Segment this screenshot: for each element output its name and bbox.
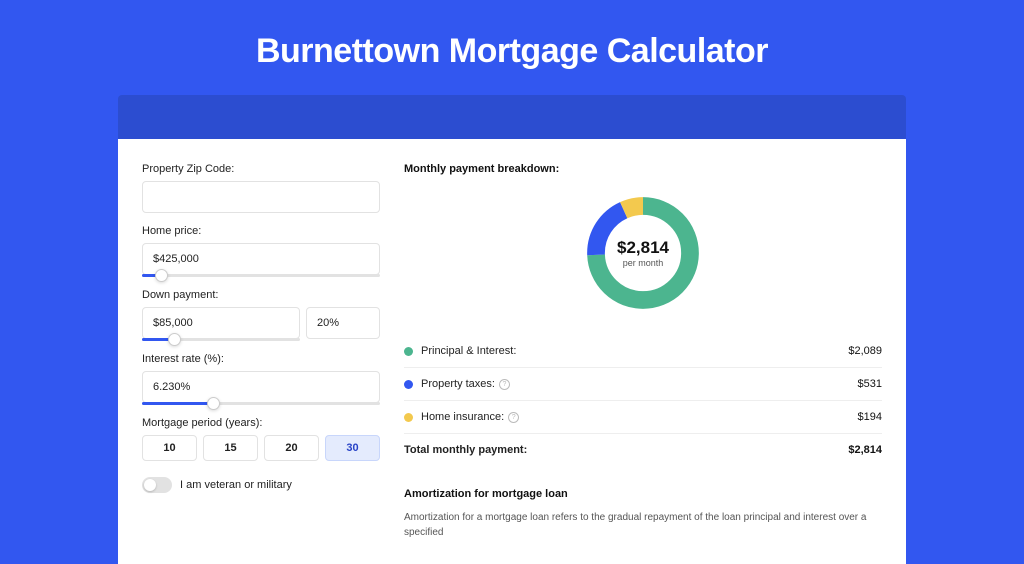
legend-dot (404, 347, 413, 356)
home-price-input[interactable] (142, 243, 380, 275)
form-column: Property Zip Code: Home price: Down paym… (142, 163, 380, 540)
interest-input[interactable] (142, 371, 380, 403)
home-price-label: Home price: (142, 225, 380, 237)
veteran-toggle-row: I am veteran or military (142, 477, 380, 493)
down-payment-input[interactable] (142, 307, 300, 339)
legend-label: Property taxes: ? (421, 378, 858, 390)
zip-group: Property Zip Code: (142, 163, 380, 213)
calculator-card: Property Zip Code: Home price: Down paym… (118, 139, 906, 564)
donut-chart: $2,814 per month (581, 191, 705, 315)
interest-label: Interest rate (%): (142, 353, 380, 365)
total-row-label: Total monthly payment: (404, 444, 848, 456)
total-row-value: $2,814 (848, 444, 882, 456)
zip-input[interactable] (142, 181, 380, 213)
breakdown-column: Monthly payment breakdown: $2,814 per mo… (404, 163, 882, 540)
page-title: Burnettown Mortgage Calculator (0, 0, 1024, 95)
slider-thumb[interactable] (207, 397, 220, 410)
legend-row: Home insurance: ?$194 (404, 401, 882, 434)
legend-value: $194 (858, 411, 882, 423)
legend-dot (404, 413, 413, 422)
breakdown-title: Monthly payment breakdown: (404, 163, 882, 175)
down-payment-slider[interactable] (142, 338, 300, 341)
legend-value: $2,089 (848, 345, 882, 357)
total-row: Total monthly payment: $2,814 (404, 434, 882, 466)
info-icon[interactable]: ? (508, 412, 519, 423)
down-payment-group: Down payment: (142, 289, 380, 341)
legend-dot (404, 380, 413, 389)
legend-label: Home insurance: ? (421, 411, 858, 423)
donut-total: $2,814 (617, 238, 669, 258)
slider-thumb[interactable] (168, 333, 181, 346)
interest-group: Interest rate (%): (142, 353, 380, 405)
interest-slider[interactable] (142, 402, 380, 405)
donut-per-month: per month (623, 258, 664, 268)
period-btn-20[interactable]: 20 (264, 435, 319, 461)
legend-row: Principal & Interest:$2,089 (404, 335, 882, 368)
home-price-group: Home price: (142, 225, 380, 277)
veteran-label: I am veteran or military (180, 479, 292, 491)
toggle-knob (144, 479, 156, 491)
zip-label: Property Zip Code: (142, 163, 380, 175)
period-btn-10[interactable]: 10 (142, 435, 197, 461)
slider-thumb[interactable] (155, 269, 168, 282)
veteran-toggle[interactable] (142, 477, 172, 493)
amortization-text: Amortization for a mortgage loan refers … (404, 510, 882, 540)
donut-chart-wrap: $2,814 per month (404, 191, 882, 315)
amortization-title: Amortization for mortgage loan (404, 488, 882, 500)
down-payment-pct-input[interactable] (306, 307, 380, 339)
period-btn-15[interactable]: 15 (203, 435, 258, 461)
period-label: Mortgage period (years): (142, 417, 380, 429)
legend-value: $531 (858, 378, 882, 390)
info-icon[interactable]: ? (499, 379, 510, 390)
period-btn-30[interactable]: 30 (325, 435, 380, 461)
legend-row: Property taxes: ?$531 (404, 368, 882, 401)
home-price-slider[interactable] (142, 274, 380, 277)
banner-strip (118, 95, 906, 139)
down-payment-label: Down payment: (142, 289, 380, 301)
period-group: Mortgage period (years): 10152030 (142, 417, 380, 461)
legend: Principal & Interest:$2,089Property taxe… (404, 335, 882, 434)
legend-label: Principal & Interest: (421, 345, 848, 357)
